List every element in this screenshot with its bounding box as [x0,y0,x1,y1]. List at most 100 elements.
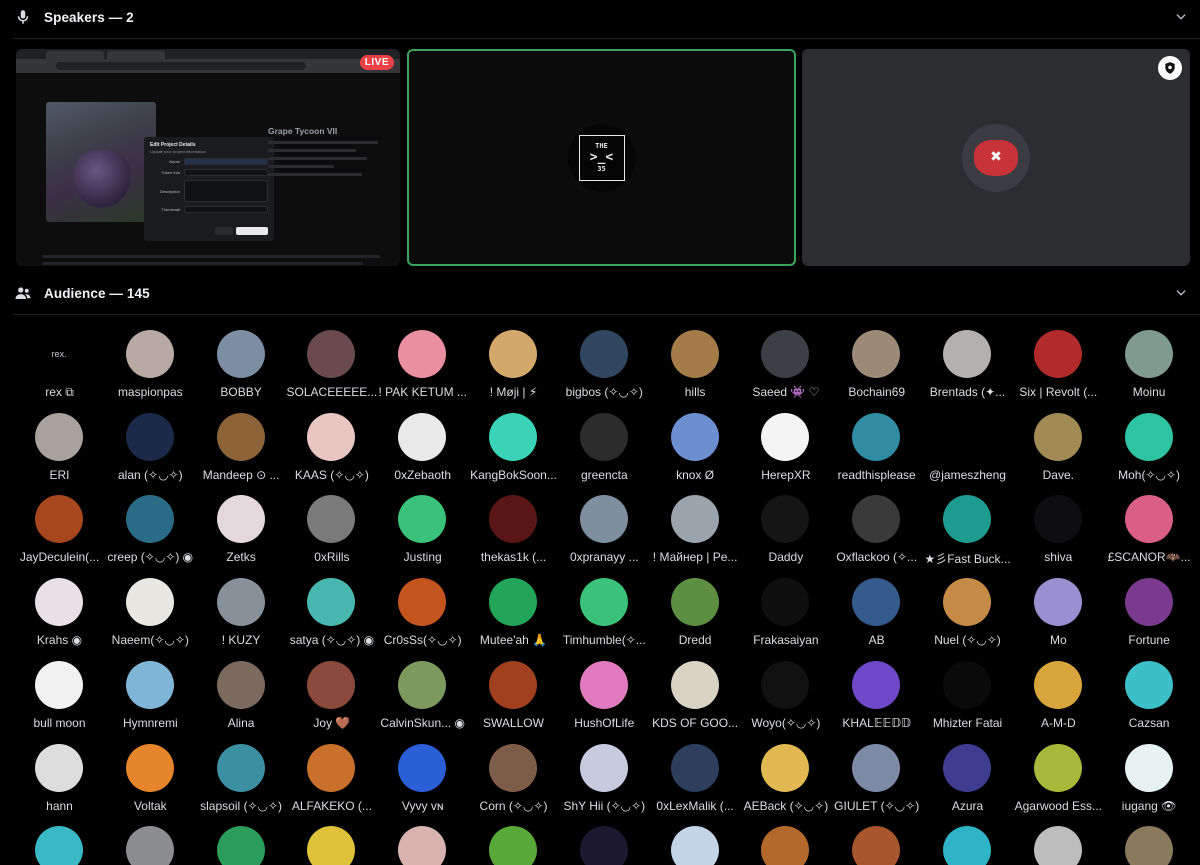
audience-member[interactable] [377,826,468,865]
audience-member[interactable]: KAAS (✧◡✧) [286,412,377,483]
audience-member[interactable]: Oxflackoo (✧... [831,495,922,565]
audience-member[interactable]: bull moon [14,660,105,731]
audience-member[interactable]: Corn (✧◡✧) [468,743,559,814]
audience-member[interactable]: Bochain69 [831,330,922,400]
audience-member[interactable]: Frakasaiyan [740,578,831,648]
audience-member[interactable]: ! Майнер | Pe... [650,495,741,565]
audience-member[interactable]: Nuel (✧◡✧) [922,578,1013,648]
audience-member[interactable]: HerepXR [740,412,831,483]
audience-member[interactable]: hann [14,743,105,814]
audience-member[interactable] [740,826,831,865]
audience-member[interactable]: Cazsan [1104,660,1195,731]
audience-member[interactable]: £SCANOR🦇... [1104,495,1195,565]
audience-member[interactable]: Fortune [1104,578,1195,648]
audience-member[interactable]: Zetks [196,495,287,565]
chevron-down-icon[interactable] [1174,10,1188,24]
audience-member[interactable]: HushOfLife [559,660,650,731]
audience-member[interactable]: A-M-D [1013,660,1104,731]
audience-member[interactable]: 0xpranayy ... [559,495,650,565]
audience-member[interactable]: 0xRills [286,495,377,565]
audience-member[interactable]: slapsoil (✧◡✧) [196,743,287,814]
audience-member[interactable] [922,826,1013,865]
audience-member[interactable]: Dredd [650,578,741,648]
audience-member[interactable]: knox Ø [650,412,741,483]
audience-member[interactable]: Mhizter Fatai [922,660,1013,731]
audience-member[interactable]: Alina [196,660,287,731]
audience-member[interactable] [14,826,105,865]
audience-member[interactable]: Six | Revolt (... [1013,330,1104,400]
audience-member[interactable] [105,826,196,865]
audience-member[interactable]: rex. rex ⧉ [14,330,105,400]
audience-member[interactable]: readthisplease [831,412,922,483]
audience-member[interactable]: SWALLOW [468,660,559,731]
audience-member[interactable] [1104,826,1195,865]
audience-member[interactable]: Dave. [1013,412,1104,483]
audience-member[interactable]: Daddy [740,495,831,565]
audience-member[interactable]: Moinu [1104,330,1195,400]
audience-member[interactable]: maspionpas [105,330,196,400]
audience-member[interactable]: greencta [559,412,650,483]
audience-member[interactable]: 0xZebaoth [377,412,468,483]
audience-member[interactable] [559,826,650,865]
audience-member[interactable]: CalvinSkun... ◉ [377,660,468,731]
audience-member-name: readthisplease [837,467,916,482]
audience-member[interactable]: Agarwood Ess... [1013,743,1104,814]
audience-member[interactable]: ★彡Fast Buck... [922,495,1013,566]
audience-member[interactable]: Krahs ◉ [14,578,105,648]
speaker-tile[interactable] [802,49,1190,266]
audience-member[interactable]: shiva [1013,495,1104,565]
audience-member[interactable]: alan (✧◡✧) [105,412,196,483]
audience-member[interactable]: Mo [1013,578,1104,648]
audience-member[interactable]: 0xLexMalik (... [650,743,741,814]
audience-member[interactable]: Moh(✧◡✧) [1104,412,1195,483]
audience-member[interactable]: Voltak [105,743,196,814]
audience-member[interactable] [286,826,377,865]
audience-member[interactable]: thekas1k (... [468,495,559,565]
audience-member[interactable]: Vyvy ᴠɴ [377,743,468,814]
audience-member[interactable] [196,826,287,865]
audience-member[interactable]: Naeem(✧◡✧) [105,578,196,648]
audience-member[interactable]: Cr0sSs(✧◡✧) [377,578,468,648]
audience-member[interactable]: BOBBY [196,330,287,400]
audience-member[interactable]: ALFAKEKO (... [286,743,377,814]
audience-member[interactable]: ERI [14,412,105,483]
audience-member[interactable]: Hymnremi [105,660,196,731]
audience-member[interactable]: Woyo(✧◡✧) [740,660,831,731]
audience-member[interactable]: Brentads (✦... [922,330,1013,400]
audience-member[interactable]: KHAL𝔼𝔼𝔻𝔻 [831,660,922,731]
chevron-down-icon[interactable] [1174,286,1188,300]
audience-member[interactable]: iugang 👁 [1104,743,1195,814]
audience-member[interactable]: @jameszheng [922,412,1013,483]
audience-member[interactable]: Mandeep ⊙ ... [196,412,287,483]
audience-member[interactable]: Azura [922,743,1013,814]
audience-member[interactable]: ShY Hii (✧◡✧) [559,743,650,814]
audience-member[interactable]: Joy 🤎 [286,660,377,731]
audience-member[interactable]: Mutee'ah 🙏 [468,578,559,648]
audience-member[interactable]: SOLACEEEEE... [286,330,377,400]
audience-member[interactable]: AB [831,578,922,648]
audience-member[interactable]: hills [650,330,741,400]
audience-member[interactable]: satya (✧◡✧) ◉ [286,578,377,648]
audience-member[interactable]: KDS OF GOO... [650,660,741,731]
audience-member-name: Moinu [1132,385,1166,399]
audience-member[interactable] [1013,826,1104,865]
audience-member[interactable]: ! KUZY [196,578,287,648]
audience-member[interactable]: KangBokSoon... [468,412,559,483]
audience-member[interactable]: creep (✧◡✧) ◉ [105,495,196,565]
audience-member[interactable]: Justing [377,495,468,565]
audience-member[interactable] [468,826,559,865]
audience-member[interactable]: Timhumble(✧... [559,578,650,648]
avatar [216,412,265,461]
audience-member[interactable] [831,826,922,865]
audience-member[interactable]: GIULET (✧◡✧) [831,743,922,814]
audience-member[interactable]: Saeed 👾 ♡ [740,330,831,400]
audience-member[interactable] [650,826,741,865]
audience-member[interactable]: ! PAK KETUM ... [377,330,468,400]
speaker-tile-speaking[interactable]: THE >_< 35 [407,49,796,266]
audience-member[interactable]: bigbos (✧◡✧) [559,330,650,400]
audience-member[interactable]: ! Møji | ⚡ [468,330,559,400]
audience-member[interactable]: AEBack (✧◡✧) [740,743,831,814]
avatar [670,578,719,627]
screen-share-tile[interactable]: Edit Project Details Update your project… [16,49,400,266]
audience-member[interactable]: JayDeculein(... [14,495,105,565]
